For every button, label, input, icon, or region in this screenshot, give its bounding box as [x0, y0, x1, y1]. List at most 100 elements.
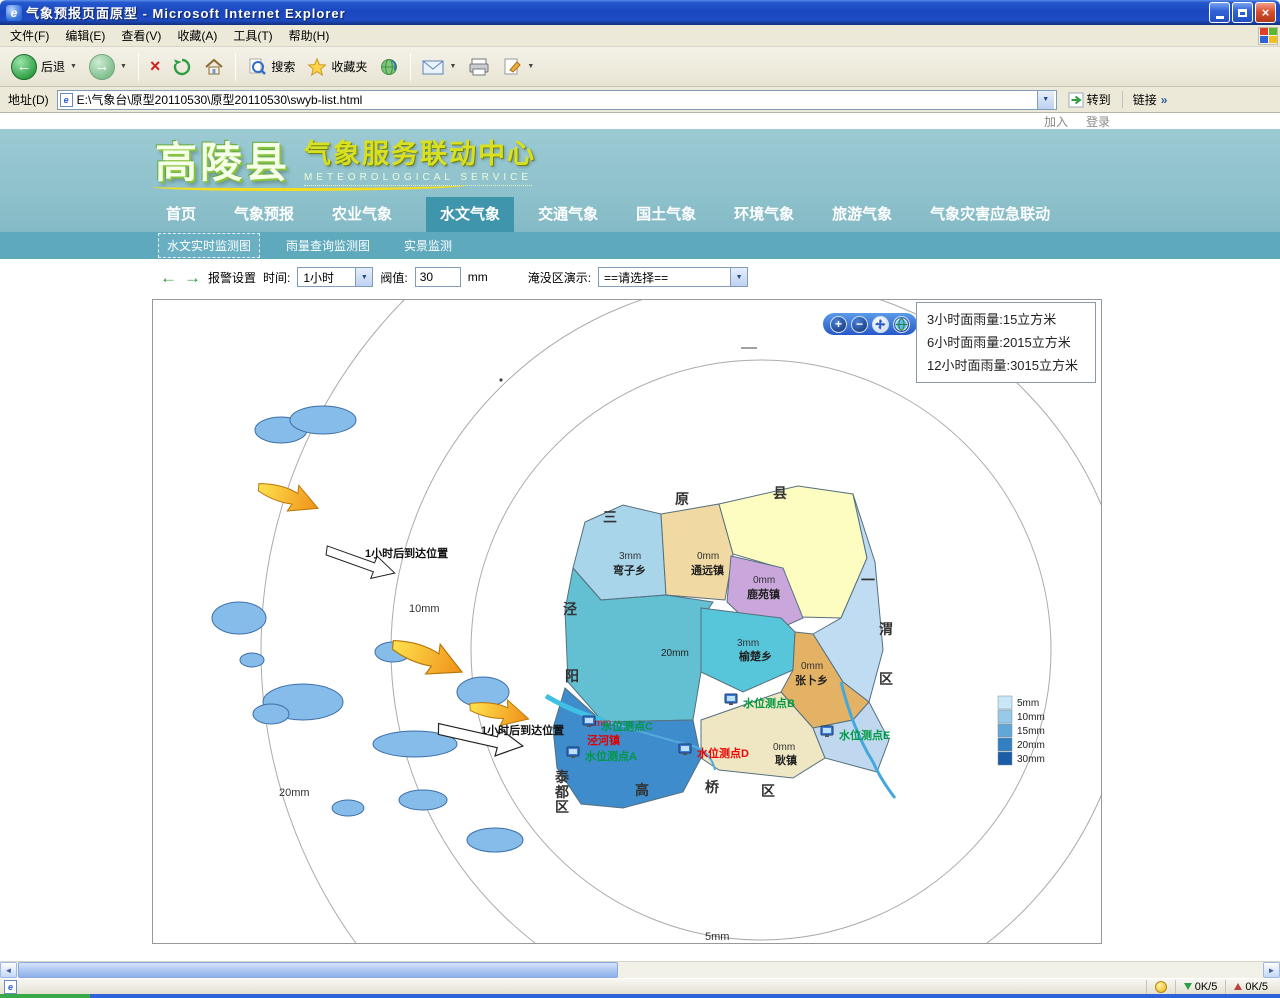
menu-tools[interactable]: 工具(T): [225, 25, 280, 46]
links-more-icon[interactable]: »: [1161, 93, 1168, 107]
edit-icon: [502, 57, 522, 77]
time-select[interactable]: 1小时 ▼: [297, 267, 373, 287]
map-toolbar: + −: [823, 313, 917, 335]
next-arrow-button[interactable]: →: [184, 269, 201, 286]
favorites-button[interactable]: 收藏夹: [302, 50, 372, 84]
arrival-label-1: 1小时后到达位置: [365, 546, 448, 560]
subnav-live-view[interactable]: 实景监测: [396, 234, 460, 257]
title-bar: e 气象预报页面原型 - Microsoft Internet Explorer…: [0, 0, 1280, 25]
scroll-right-button[interactable]: ►: [1263, 962, 1280, 978]
center-rain-label: 20mm: [661, 648, 689, 659]
district-yuchuxiang[interactable]: [701, 608, 795, 692]
account-row: 加入 登录: [0, 113, 1280, 129]
logo-title: 气象服务联动中心: [304, 140, 536, 170]
print-icon: [468, 58, 490, 76]
menu-file[interactable]: 文件(F): [2, 25, 57, 46]
svg-text:0mm: 0mm: [773, 742, 795, 753]
flood-area-select[interactable]: ==请选择== ▼: [598, 267, 748, 287]
nav-weather-forecast[interactable]: 气象预报: [230, 197, 298, 232]
nav-environment[interactable]: 环境气象: [730, 197, 798, 232]
main-nav: 首页 气象预报 农业气象 水文气象 交通气象 国土气象 环境气象 旅游气象 气象…: [0, 197, 1280, 232]
menu-help[interactable]: 帮助(H): [281, 25, 338, 46]
zoom-in-button[interactable]: +: [830, 316, 847, 333]
svg-text:水位测点D: 水位测点D: [697, 746, 749, 760]
svg-text:渭: 渭: [879, 621, 893, 637]
nav-disaster-response[interactable]: 气象灾害应急联动: [926, 197, 1054, 232]
stop-icon: ×: [150, 56, 161, 77]
back-icon: ←: [11, 54, 37, 80]
join-link[interactable]: 加入: [1044, 113, 1068, 130]
menu-favorites[interactable]: 收藏(A): [169, 25, 225, 46]
status-app-panel: [1146, 980, 1175, 994]
svg-text:20mm: 20mm: [1017, 740, 1045, 751]
prev-arrow-button[interactable]: ←: [160, 269, 177, 286]
refresh-button[interactable]: [167, 50, 197, 84]
edit-button[interactable]: ▼: [497, 50, 539, 84]
minimize-button[interactable]: [1209, 2, 1230, 23]
browser-window: e 气象预报页面原型 - Microsoft Internet Explorer…: [0, 0, 1280, 998]
search-button[interactable]: 搜索: [242, 50, 300, 84]
flood-select-arrow-icon[interactable]: ▼: [730, 268, 747, 286]
nav-agriculture[interactable]: 农业气象: [328, 197, 396, 232]
nav-home[interactable]: 首页: [162, 197, 200, 232]
rain-cloud-shapes: [212, 406, 523, 852]
svg-text:榆楚乡: 榆楚乡: [739, 649, 772, 663]
time-select-arrow-icon[interactable]: ▼: [355, 268, 372, 286]
go-button[interactable]: 转到: [1061, 89, 1118, 110]
svg-text:水位测点E: 水位测点E: [839, 728, 890, 742]
edit-dropdown-icon[interactable]: ▼: [527, 63, 534, 70]
svg-text:都: 都: [554, 784, 569, 800]
mail-dropdown-icon[interactable]: ▼: [449, 63, 456, 70]
back-dropdown-icon[interactable]: ▼: [70, 63, 77, 70]
menu-bar: 文件(F) 编辑(E) 查看(V) 收藏(A) 工具(T) 帮助(H): [0, 25, 1280, 47]
forward-button[interactable]: → ▼: [84, 50, 132, 84]
subnav-realtime-monitor[interactable]: 水文实时监测图: [158, 233, 260, 258]
ring-label-5mm: 5mm: [705, 931, 729, 943]
print-button[interactable]: [463, 50, 495, 84]
map-area[interactable]: 1小时后到达位置 1小时后到达位置 10mm 20mm 5mm 三 原 县 一 …: [152, 299, 1102, 944]
full-extent-button[interactable]: [893, 316, 910, 333]
windows-logo-icon: [1258, 27, 1278, 45]
scrollbar-track[interactable]: [17, 962, 1263, 978]
nav-traffic[interactable]: 交通气象: [534, 197, 602, 232]
menu-edit[interactable]: 编辑(E): [57, 25, 113, 46]
scrollbar-thumb[interactable]: [18, 962, 618, 978]
svg-text:水位测点A: 水位测点A: [585, 749, 637, 763]
address-dropdown-button[interactable]: ▼: [1037, 91, 1054, 109]
home-icon: [204, 57, 224, 77]
rainfall-legend: [998, 696, 1012, 765]
stop-button[interactable]: ×: [145, 50, 166, 84]
download-arrow-icon: [1184, 983, 1192, 990]
links-bar[interactable]: 链接 »: [1122, 91, 1174, 108]
home-button[interactable]: [199, 50, 229, 84]
nav-hydrology[interactable]: 水文气象: [426, 197, 514, 232]
mail-button[interactable]: ▼: [417, 50, 461, 84]
history-globe-icon: [379, 57, 399, 77]
page-doc-icon: e: [60, 93, 73, 107]
site-header: 高陵县 气象服务联动中心 METEOROLOGICAL SERVICE: [0, 129, 1280, 197]
forward-dropdown-icon[interactable]: ▼: [120, 63, 127, 70]
close-button[interactable]: ×: [1255, 2, 1276, 23]
back-button[interactable]: ← 后退 ▼: [6, 50, 82, 84]
nav-land[interactable]: 国土气象: [632, 197, 700, 232]
scroll-left-button[interactable]: ◄: [0, 962, 17, 978]
svg-text:张卜乡: 张卜乡: [795, 673, 828, 687]
taskbar-edge: [0, 994, 1280, 998]
ie-toolbar: ← 后退 ▼ → ▼ × 搜索 收藏夹: [0, 47, 1280, 87]
pan-button[interactable]: [872, 316, 889, 333]
upload-indicator: 0K/5: [1225, 980, 1276, 994]
subnav-rainfall-query[interactable]: 雨量查询监测图: [278, 234, 378, 257]
menu-view[interactable]: 查看(V): [113, 25, 169, 46]
threshold-label: 阀值:: [380, 269, 407, 286]
svg-text:耿镇: 耿镇: [775, 753, 797, 767]
history-button[interactable]: [374, 50, 404, 84]
maximize-button[interactable]: [1232, 2, 1253, 23]
threshold-input[interactable]: 30: [415, 267, 461, 287]
go-icon: [1068, 92, 1084, 108]
tick-dot: [499, 378, 502, 381]
login-link[interactable]: 登录: [1086, 113, 1110, 130]
nav-tourism[interactable]: 旅游气象: [828, 197, 896, 232]
horizontal-scrollbar[interactable]: ◄ ►: [0, 961, 1280, 978]
address-input[interactable]: e E:\气象台\原型20110530\原型20110530\swyb-list…: [57, 90, 1057, 110]
zoom-out-button[interactable]: −: [851, 316, 868, 333]
